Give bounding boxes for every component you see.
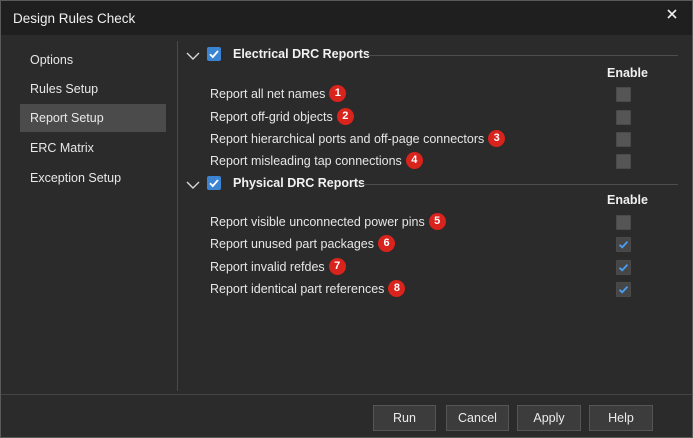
enable-checkbox-report-visible-unconnected-power-pins[interactable] bbox=[616, 215, 631, 230]
row-report-visible-unconnected-power-pins: Report visible unconnected power pins 5 bbox=[210, 213, 446, 231]
electrical-section-checkbox[interactable] bbox=[207, 47, 221, 61]
checkmark-icon bbox=[618, 240, 629, 249]
row-label: Report off-grid objects bbox=[210, 109, 333, 124]
help-button[interactable]: Help bbox=[589, 405, 653, 431]
number-badge: 3 bbox=[488, 130, 506, 147]
sidebar: Options Rules Setup Report Setup ERC Mat… bbox=[9, 41, 178, 391]
enable-checkbox-report-invalid-refdes[interactable] bbox=[616, 260, 631, 275]
physical-section-checkbox[interactable] bbox=[207, 176, 221, 190]
row-report-identical-part-references: Report identical part references 8 bbox=[210, 280, 406, 298]
row-report-all-net-names: Report all net names 1 bbox=[210, 85, 347, 103]
sidebar-item-rules-setup[interactable]: Rules Setup bbox=[20, 75, 166, 103]
row-report-invalid-refdes: Report invalid refdes 7 bbox=[210, 258, 346, 276]
chevron-down-icon[interactable] bbox=[186, 50, 200, 62]
row-report-hierarchical-ports: Report hierarchical ports and off-page c… bbox=[210, 130, 506, 148]
row-label: Report unused part packages bbox=[210, 236, 374, 251]
section-divider bbox=[359, 184, 678, 185]
row-label: Report invalid refdes bbox=[210, 259, 325, 274]
enable-checkbox-report-identical-part-references[interactable] bbox=[616, 282, 631, 297]
number-badge: 5 bbox=[428, 213, 446, 230]
number-badge: 8 bbox=[388, 280, 406, 297]
sidebar-item-exception-setup[interactable]: Exception Setup bbox=[20, 164, 166, 192]
electrical-section-header: Electrical DRC Reports bbox=[186, 47, 676, 65]
enable-checkbox-report-hierarchical-ports[interactable] bbox=[616, 132, 631, 147]
chevron-down-icon[interactable] bbox=[186, 179, 200, 191]
row-label: Report all net names bbox=[210, 86, 326, 101]
enable-checkbox-report-all-net-names[interactable] bbox=[616, 87, 631, 102]
physical-section-header: Physical DRC Reports bbox=[186, 176, 676, 194]
row-report-unused-part-packages: Report unused part packages 6 bbox=[210, 235, 395, 253]
sidebar-item-options[interactable]: Options bbox=[20, 46, 166, 74]
enable-checkbox-report-off-grid-objects[interactable] bbox=[616, 110, 631, 125]
physical-section-title: Physical DRC Reports bbox=[233, 176, 365, 190]
row-label: Report misleading tap connections bbox=[210, 153, 402, 168]
row-report-off-grid-objects: Report off-grid objects 2 bbox=[210, 108, 354, 126]
number-badge: 2 bbox=[336, 108, 354, 125]
apply-button[interactable]: Apply bbox=[517, 405, 581, 431]
enable-checkbox-report-misleading-tap-connections[interactable] bbox=[616, 154, 631, 169]
sidebar-item-report-setup[interactable]: Report Setup bbox=[20, 104, 166, 132]
checkmark-icon bbox=[618, 263, 629, 272]
row-label: Report hierarchical ports and off-page c… bbox=[210, 131, 485, 146]
report-setup-panel: Electrical DRC Reports Enable Report all… bbox=[178, 41, 684, 391]
checkmark-icon bbox=[618, 285, 629, 294]
number-badge: 1 bbox=[329, 85, 347, 102]
close-icon[interactable] bbox=[662, 4, 682, 24]
number-badge: 7 bbox=[328, 258, 346, 275]
sidebar-item-erc-matrix[interactable]: ERC Matrix bbox=[20, 134, 166, 162]
row-label: Report visible unconnected power pins bbox=[210, 214, 425, 229]
row-label: Report identical part references bbox=[210, 281, 385, 296]
row-report-misleading-tap-connections: Report misleading tap connections 4 bbox=[210, 152, 423, 170]
run-button[interactable]: Run bbox=[373, 405, 436, 431]
footer-divider bbox=[1, 394, 692, 395]
electrical-section-title: Electrical DRC Reports bbox=[233, 47, 370, 61]
enable-checkbox-report-unused-part-packages[interactable] bbox=[616, 237, 631, 252]
enable-column-header: Enable bbox=[607, 193, 648, 207]
cancel-button[interactable]: Cancel bbox=[446, 405, 509, 431]
number-badge: 6 bbox=[378, 235, 395, 252]
number-badge: 4 bbox=[405, 152, 423, 169]
dialog-title: Design Rules Check bbox=[13, 11, 136, 26]
title-bar: Design Rules Check bbox=[1, 1, 692, 35]
section-divider bbox=[368, 55, 678, 56]
enable-column-header: Enable bbox=[607, 66, 648, 80]
design-rules-check-dialog: Design Rules Check Options Rules Setup R… bbox=[0, 0, 693, 438]
